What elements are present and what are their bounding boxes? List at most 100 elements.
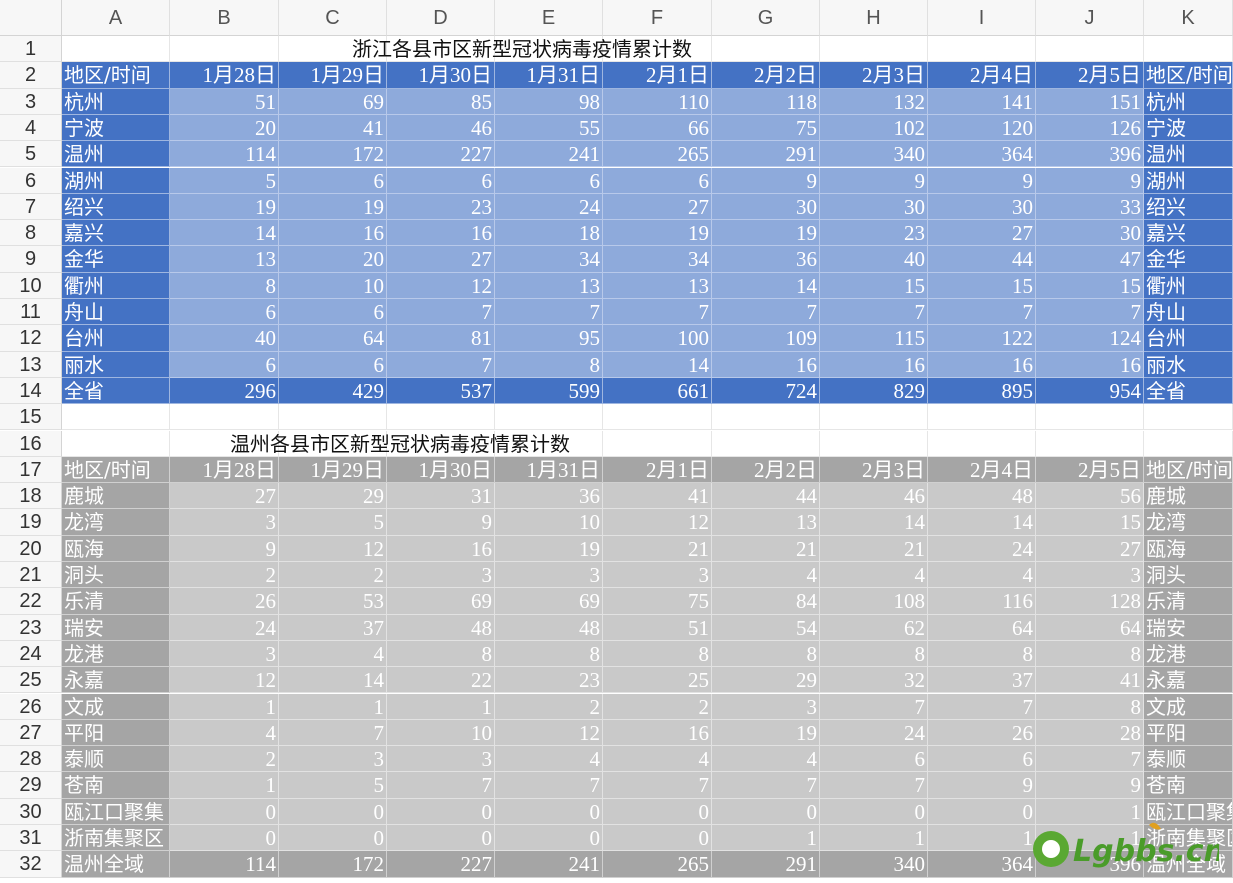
value-cell[interactable]: 18 (495, 220, 603, 247)
column-header-g[interactable]: G (712, 0, 820, 36)
row-header-12[interactable]: 12 (0, 325, 62, 352)
region-name-cell[interactable]: 洞头 (62, 562, 170, 589)
value-cell[interactable]: 9 (1036, 772, 1144, 799)
value-cell[interactable]: 69 (279, 88, 387, 115)
value-cell[interactable]: 8 (820, 640, 928, 668)
value-cell[interactable]: 27 (603, 193, 712, 221)
region-name-cell[interactable]: 龙湾 (1144, 509, 1233, 536)
value-cell[interactable]: 16 (603, 719, 712, 747)
header-label-cell[interactable]: 地区/时间 (1144, 456, 1233, 484)
value-cell[interactable]: 34 (603, 246, 712, 273)
value-cell[interactable]: 114 (170, 851, 279, 878)
value-cell[interactable]: 16 (712, 351, 820, 378)
region-name-cell[interactable]: 杭州 (62, 88, 170, 115)
header-label-cell[interactable]: 地区/时间 (1144, 62, 1233, 89)
value-cell[interactable]: 19 (279, 193, 387, 221)
header-label-cell[interactable]: 地区/时间 (62, 456, 170, 484)
column-header-b[interactable]: B (170, 0, 279, 36)
value-cell[interactable]: 5 (279, 772, 387, 799)
value-cell[interactable]: 30 (820, 193, 928, 221)
value-cell[interactable]: 26 (170, 588, 279, 615)
row-header-2[interactable]: 2 (0, 62, 62, 89)
value-cell[interactable]: 120 (928, 114, 1036, 142)
value-cell[interactable]: 9 (170, 535, 279, 562)
value-cell[interactable]: 51 (603, 614, 712, 641)
column-header-e[interactable]: E (495, 0, 603, 36)
value-cell[interactable]: 27 (1036, 535, 1144, 562)
region-name-cell[interactable]: 鹿城 (62, 483, 170, 510)
value-cell[interactable]: 12 (387, 272, 495, 299)
value-cell[interactable]: 27 (387, 246, 495, 273)
value-cell[interactable]: 15 (1036, 509, 1144, 536)
value-cell[interactable]: 291 (712, 851, 820, 878)
value-cell[interactable]: 15 (820, 272, 928, 299)
value-cell[interactable]: 5 (279, 509, 387, 536)
value-cell[interactable]: 19 (603, 220, 712, 247)
value-cell[interactable]: 16 (279, 220, 387, 247)
region-name-cell[interactable]: 龙港 (1144, 640, 1233, 668)
value-cell[interactable]: 0 (603, 798, 712, 825)
empty-cell[interactable] (495, 404, 603, 431)
header-date-cell[interactable]: 1月30日 (387, 456, 495, 484)
region-name-cell[interactable]: 舟山 (62, 299, 170, 326)
value-cell[interactable]: 19 (712, 220, 820, 247)
region-name-cell[interactable]: 台州 (1144, 325, 1233, 352)
value-cell[interactable]: 64 (279, 325, 387, 352)
header-date-cell[interactable]: 2月4日 (928, 456, 1036, 484)
value-cell[interactable]: 8 (495, 640, 603, 668)
region-name-cell[interactable]: 永嘉 (62, 667, 170, 694)
region-name-cell[interactable]: 杭州 (1144, 88, 1233, 115)
value-cell[interactable]: 1 (279, 693, 387, 720)
value-cell[interactable]: 23 (820, 220, 928, 247)
empty-cell[interactable] (1036, 404, 1144, 431)
region-name-cell[interactable]: 浙南集聚区 (62, 825, 170, 852)
row-header-10[interactable]: 10 (0, 272, 62, 299)
region-name-cell[interactable]: 宁波 (1144, 114, 1233, 142)
value-cell[interactable]: 364 (928, 851, 1036, 878)
value-cell[interactable]: 22 (387, 667, 495, 694)
empty-cell[interactable] (1144, 36, 1233, 63)
value-cell[interactable]: 40 (170, 325, 279, 352)
row-header-25[interactable]: 25 (0, 667, 62, 694)
region-name-cell[interactable]: 文成 (62, 693, 170, 720)
value-cell[interactable]: 1 (387, 693, 495, 720)
value-cell[interactable]: 3 (712, 693, 820, 720)
header-date-cell[interactable]: 1月31日 (495, 456, 603, 484)
value-cell[interactable]: 98 (495, 88, 603, 115)
value-cell[interactable]: 27 (928, 220, 1036, 247)
value-cell[interactable]: 7 (279, 719, 387, 747)
row-header-32[interactable]: 32 (0, 851, 62, 878)
region-name-cell[interactable]: 洞头 (1144, 562, 1233, 589)
value-cell[interactable]: 64 (928, 614, 1036, 641)
region-name-cell[interactable]: 龙湾 (62, 509, 170, 536)
value-cell[interactable]: 102 (820, 114, 928, 142)
value-cell[interactable]: 0 (928, 798, 1036, 825)
row-header-24[interactable]: 24 (0, 640, 62, 668)
value-cell[interactable]: 7 (387, 772, 495, 799)
region-name-cell[interactable]: 乐清 (1144, 588, 1233, 615)
value-cell[interactable]: 724 (712, 377, 820, 405)
value-cell[interactable]: 54 (712, 614, 820, 641)
value-cell[interactable]: 64 (1036, 614, 1144, 641)
region-name-cell[interactable]: 平阳 (1144, 719, 1233, 747)
empty-cell[interactable] (928, 404, 1036, 431)
region-name-cell[interactable]: 金华 (62, 246, 170, 273)
value-cell[interactable]: 0 (387, 798, 495, 825)
value-cell[interactable]: 599 (495, 377, 603, 405)
value-cell[interactable]: 4 (279, 640, 387, 668)
region-name-cell[interactable]: 瑞安 (1144, 614, 1233, 641)
value-cell[interactable]: 172 (279, 851, 387, 878)
value-cell[interactable]: 4 (928, 562, 1036, 589)
column-header-i[interactable]: I (928, 0, 1036, 36)
value-cell[interactable]: 0 (170, 825, 279, 852)
empty-cell[interactable] (1036, 36, 1144, 63)
value-cell[interactable]: 24 (820, 719, 928, 747)
value-cell[interactable]: 7 (603, 772, 712, 799)
region-name-cell[interactable]: 龙港 (62, 640, 170, 668)
select-all-corner[interactable] (0, 0, 62, 36)
value-cell[interactable]: 9 (1036, 167, 1144, 194)
value-cell[interactable]: 56 (1036, 483, 1144, 510)
region-name-cell[interactable]: 瓯海 (62, 535, 170, 562)
region-name-cell[interactable]: 宁波 (62, 114, 170, 142)
value-cell[interactable]: 3 (603, 562, 712, 589)
